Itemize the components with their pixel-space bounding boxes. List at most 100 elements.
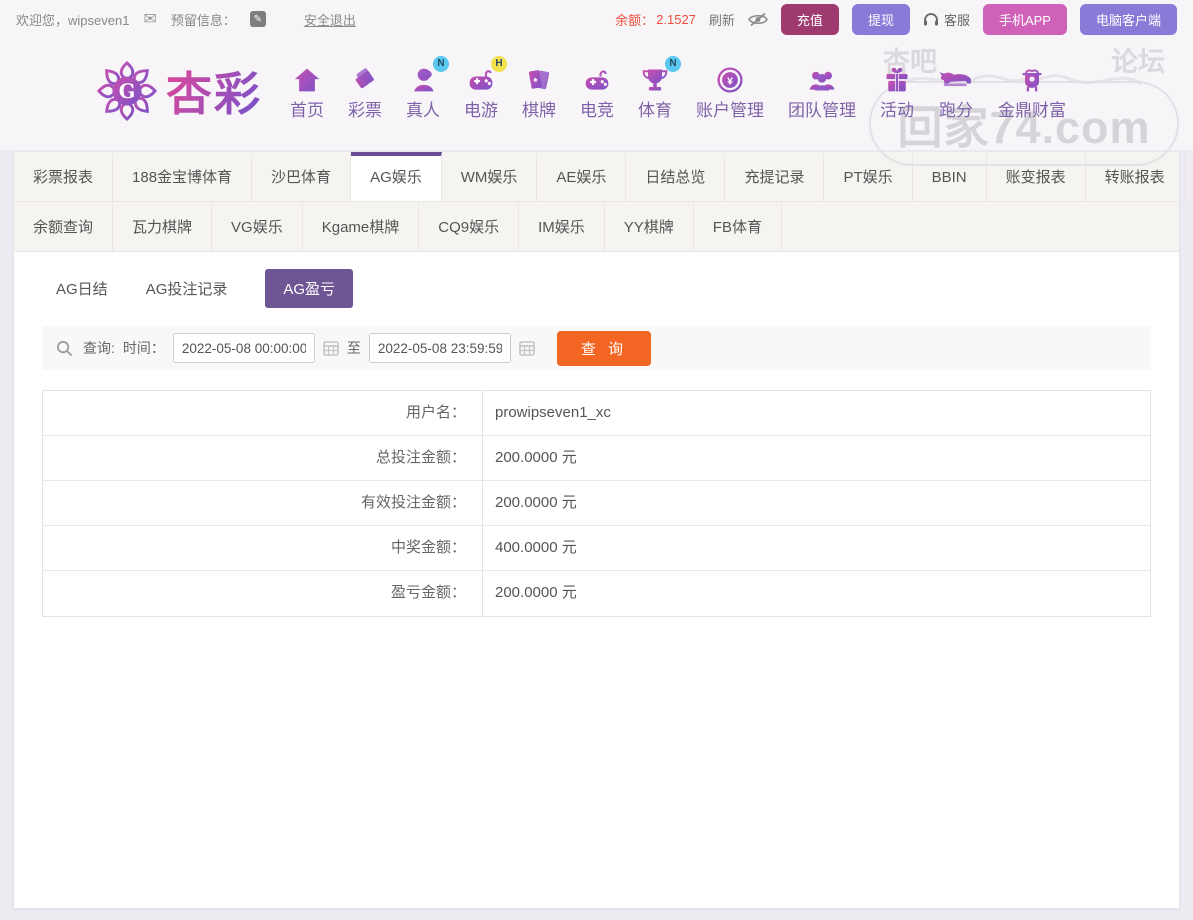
pc-client-button[interactable]: 电脑客户端 [1080, 4, 1177, 35]
tab-vg[interactable]: VG娱乐 [212, 202, 303, 251]
tab-transfer-report[interactable]: 转账报表 [1086, 152, 1185, 201]
calendar-icon[interactable] [323, 340, 339, 356]
tab-daily-summary[interactable]: 日结总览 [626, 152, 725, 201]
nav-item-live[interactable]: N 真人 [406, 62, 440, 121]
tab-account-change-report[interactable]: 账变报表 [987, 152, 1086, 201]
nav-item-esports[interactable]: 电竞 [580, 62, 614, 121]
tab-lottery-report[interactable]: 彩票报表 [14, 152, 113, 201]
end-time-input[interactable] [369, 333, 511, 363]
nav-item-label: 棋牌 [522, 96, 556, 121]
main-nav: 首页 彩票 N 真人 H 电游 [290, 62, 1066, 121]
query-bar: 查询: 时间： 至 查 询 [42, 326, 1151, 370]
to-label: 至 [347, 338, 361, 358]
row-value: 400.0000 元 [483, 526, 577, 570]
welcome-text: 欢迎您，wipseven1 [16, 10, 129, 29]
esports-gamepad-icon [582, 62, 612, 94]
nav-item-chess[interactable]: ♠ 棋牌 [522, 62, 556, 121]
ag-subtabs: AG日结 AG投注记录 AG盈亏 [14, 252, 1179, 322]
mobile-app-button[interactable]: 手机APP [983, 4, 1067, 35]
row-value: 200.0000 元 [483, 571, 577, 616]
nav-item-label: 活动 [880, 96, 914, 121]
new-badge: N [665, 56, 681, 72]
main-panel: 彩票报表 188金宝博体育 沙巴体育 AG娱乐 WM娱乐 AE娱乐 日结总览 充… [14, 152, 1179, 908]
nav-item-jinding[interactable]: 金鼎财富 [998, 62, 1066, 121]
nav-item-label: 彩票 [348, 96, 382, 121]
row-label: 用户名： [43, 391, 483, 435]
nav-item-team[interactable]: 团队管理 [788, 62, 856, 121]
tab-fb-sports[interactable]: FB体育 [694, 202, 782, 251]
subtab-ag-bet-record[interactable]: AG投注记录 [146, 278, 228, 299]
nav-item-paofen[interactable]: 跑分 [938, 62, 974, 121]
reserved-info-label: 预留信息： [171, 10, 236, 29]
watermark-text-right: 论坛 [1111, 40, 1165, 79]
edit-icon[interactable]: ✎ [250, 11, 266, 27]
row-label: 中奖金额： [43, 526, 483, 570]
table-row: 盈亏金额： 200.0000 元 [43, 571, 1150, 616]
mail-icon[interactable]: ✉ [143, 9, 156, 29]
svg-text:G: G [119, 80, 136, 103]
report-tabs: 彩票报表 188金宝博体育 沙巴体育 AG娱乐 WM娱乐 AE娱乐 日结总览 充… [14, 152, 1179, 252]
logo-text: 杏彩 [166, 58, 262, 124]
nav-item-lottery[interactable]: 彩票 [348, 62, 382, 121]
profit-table: 用户名： prowipseven1_xc 总投注金额： 200.0000 元 有… [42, 390, 1151, 617]
subtab-ag-profit[interactable]: AG盈亏 [265, 269, 353, 308]
team-icon [807, 62, 837, 94]
nav-item-account[interactable]: ¥ 账户管理 [696, 62, 764, 121]
row-value: prowipseven1_xc [483, 391, 611, 435]
table-row: 用户名： prowipseven1_xc [43, 391, 1150, 436]
row-label: 总投注金额： [43, 436, 483, 480]
logo-flower-icon: G [96, 60, 158, 122]
tab-rebate-total[interactable]: 返点总额 [1185, 152, 1193, 201]
start-time-input[interactable] [173, 333, 315, 363]
tab-188-sports[interactable]: 188金宝博体育 [113, 152, 252, 201]
table-row: 总投注金额： 200.0000 元 [43, 436, 1150, 481]
withdraw-button[interactable]: 提现 [852, 4, 910, 35]
query-button[interactable]: 查 询 [557, 331, 651, 366]
tab-wm[interactable]: WM娱乐 [442, 152, 538, 201]
nav-item-label: 首页 [290, 96, 324, 121]
new-badge: N [433, 56, 449, 72]
ding-icon [1018, 62, 1046, 94]
tabs-row-2: 余额查询 瓦力棋牌 VG娱乐 Kgame棋牌 CQ9娱乐 IM娱乐 YY棋牌 F… [14, 202, 1179, 252]
tab-wali-chess[interactable]: 瓦力棋牌 [113, 202, 212, 251]
customer-service[interactable]: 客服 [923, 10, 970, 29]
nav-item-label: 体育 [638, 96, 672, 121]
nav-item-egames[interactable]: H 电游 [464, 62, 498, 121]
nav-item-home[interactable]: 首页 [290, 62, 324, 121]
table-row: 有效投注金额： 200.0000 元 [43, 481, 1150, 526]
row-label: 有效投注金额： [43, 481, 483, 525]
query-label: 查询: [83, 338, 115, 358]
coin-icon: ¥ [716, 62, 744, 94]
calendar-icon[interactable] [519, 340, 535, 356]
tab-kgame[interactable]: Kgame棋牌 [303, 202, 420, 251]
nav-item-label: 金鼎财富 [998, 96, 1066, 121]
tab-shaba-sports[interactable]: 沙巴体育 [252, 152, 351, 201]
tab-deposit-withdraw-record[interactable]: 充提记录 [725, 152, 824, 201]
eye-slash-icon[interactable] [748, 12, 768, 27]
tab-ae[interactable]: AE娱乐 [537, 152, 626, 201]
deposit-button[interactable]: 充值 [781, 4, 839, 35]
tab-bbin[interactable]: BBIN [913, 152, 987, 201]
tab-balance-query[interactable]: 余额查询 [14, 202, 113, 251]
nav-item-promotions[interactable]: 活动 [880, 62, 914, 121]
gift-icon [883, 62, 911, 94]
subtab-ag-daily[interactable]: AG日结 [56, 278, 108, 299]
tab-ag[interactable]: AG娱乐 [351, 152, 442, 201]
home-icon [293, 62, 321, 94]
headset-icon [923, 12, 939, 27]
tab-pt[interactable]: PT娱乐 [824, 152, 912, 201]
nav-item-sports[interactable]: N 体育 [638, 62, 672, 121]
logout-link[interactable]: 安全退出 [304, 10, 356, 29]
tab-cq9[interactable]: CQ9娱乐 [419, 202, 519, 251]
tabs-row-1: 彩票报表 188金宝博体育 沙巴体育 AG娱乐 WM娱乐 AE娱乐 日结总览 充… [14, 152, 1179, 202]
topbar: 欢迎您，wipseven1 ✉ 预留信息： ✎ 安全退出 余额：2.1527 刷… [0, 0, 1193, 38]
ticket-icon [351, 62, 379, 94]
tab-im[interactable]: IM娱乐 [519, 202, 605, 251]
site-logo[interactable]: G 杏彩 [96, 58, 262, 124]
refresh-link[interactable]: 刷新 [709, 10, 735, 29]
row-label: 盈亏金额： [43, 571, 483, 616]
time-label: 时间： [123, 338, 165, 358]
tab-yy-chess[interactable]: YY棋牌 [605, 202, 694, 251]
nav-item-label: 电游 [464, 96, 498, 121]
balance-label: 余额： [615, 10, 654, 29]
